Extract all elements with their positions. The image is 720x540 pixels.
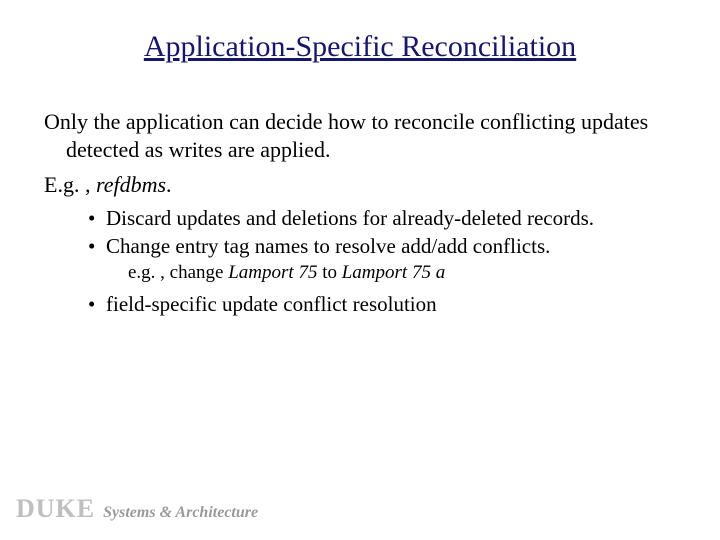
slide: Application-Specific Reconciliation Only… — [0, 0, 720, 540]
sub-mid: to — [317, 262, 341, 283]
bullet-item-3: field-specific update conflict resolutio… — [88, 291, 684, 317]
sub-term-2: Lamport 75 a — [342, 262, 445, 283]
eg-prefix: E.g. , — [44, 172, 96, 197]
paragraph-example-label: E.g. , refdbms. — [44, 171, 684, 199]
slide-body: Only the application can decide how to r… — [44, 108, 684, 319]
sub-example-line: e.g. , change Lamport 75 to Lamport 75 a — [44, 261, 684, 285]
bullet-item-1: Discard updates and deletions for alread… — [88, 205, 684, 231]
footer-logo-text: DUKE — [16, 494, 95, 523]
sub-prefix: e.g. , change — [128, 262, 228, 283]
sub-term-1: Lamport 75 — [228, 262, 317, 283]
eg-dbname: refdbms — [96, 172, 166, 197]
paragraph-intro: Only the application can decide how to r… — [44, 108, 684, 163]
bullet-list: Discard updates and deletions for alread… — [44, 205, 684, 260]
bullet-item-2: Change entry tag names to resolve add/ad… — [88, 233, 684, 259]
eg-suffix: . — [166, 172, 172, 197]
footer-subtitle: Systems & Architecture — [103, 504, 258, 521]
slide-title: Application-Specific Reconciliation — [0, 30, 720, 64]
footer: DUKE Systems & Architecture — [16, 494, 258, 524]
bullet-list-2: field-specific update conflict resolutio… — [44, 291, 684, 317]
